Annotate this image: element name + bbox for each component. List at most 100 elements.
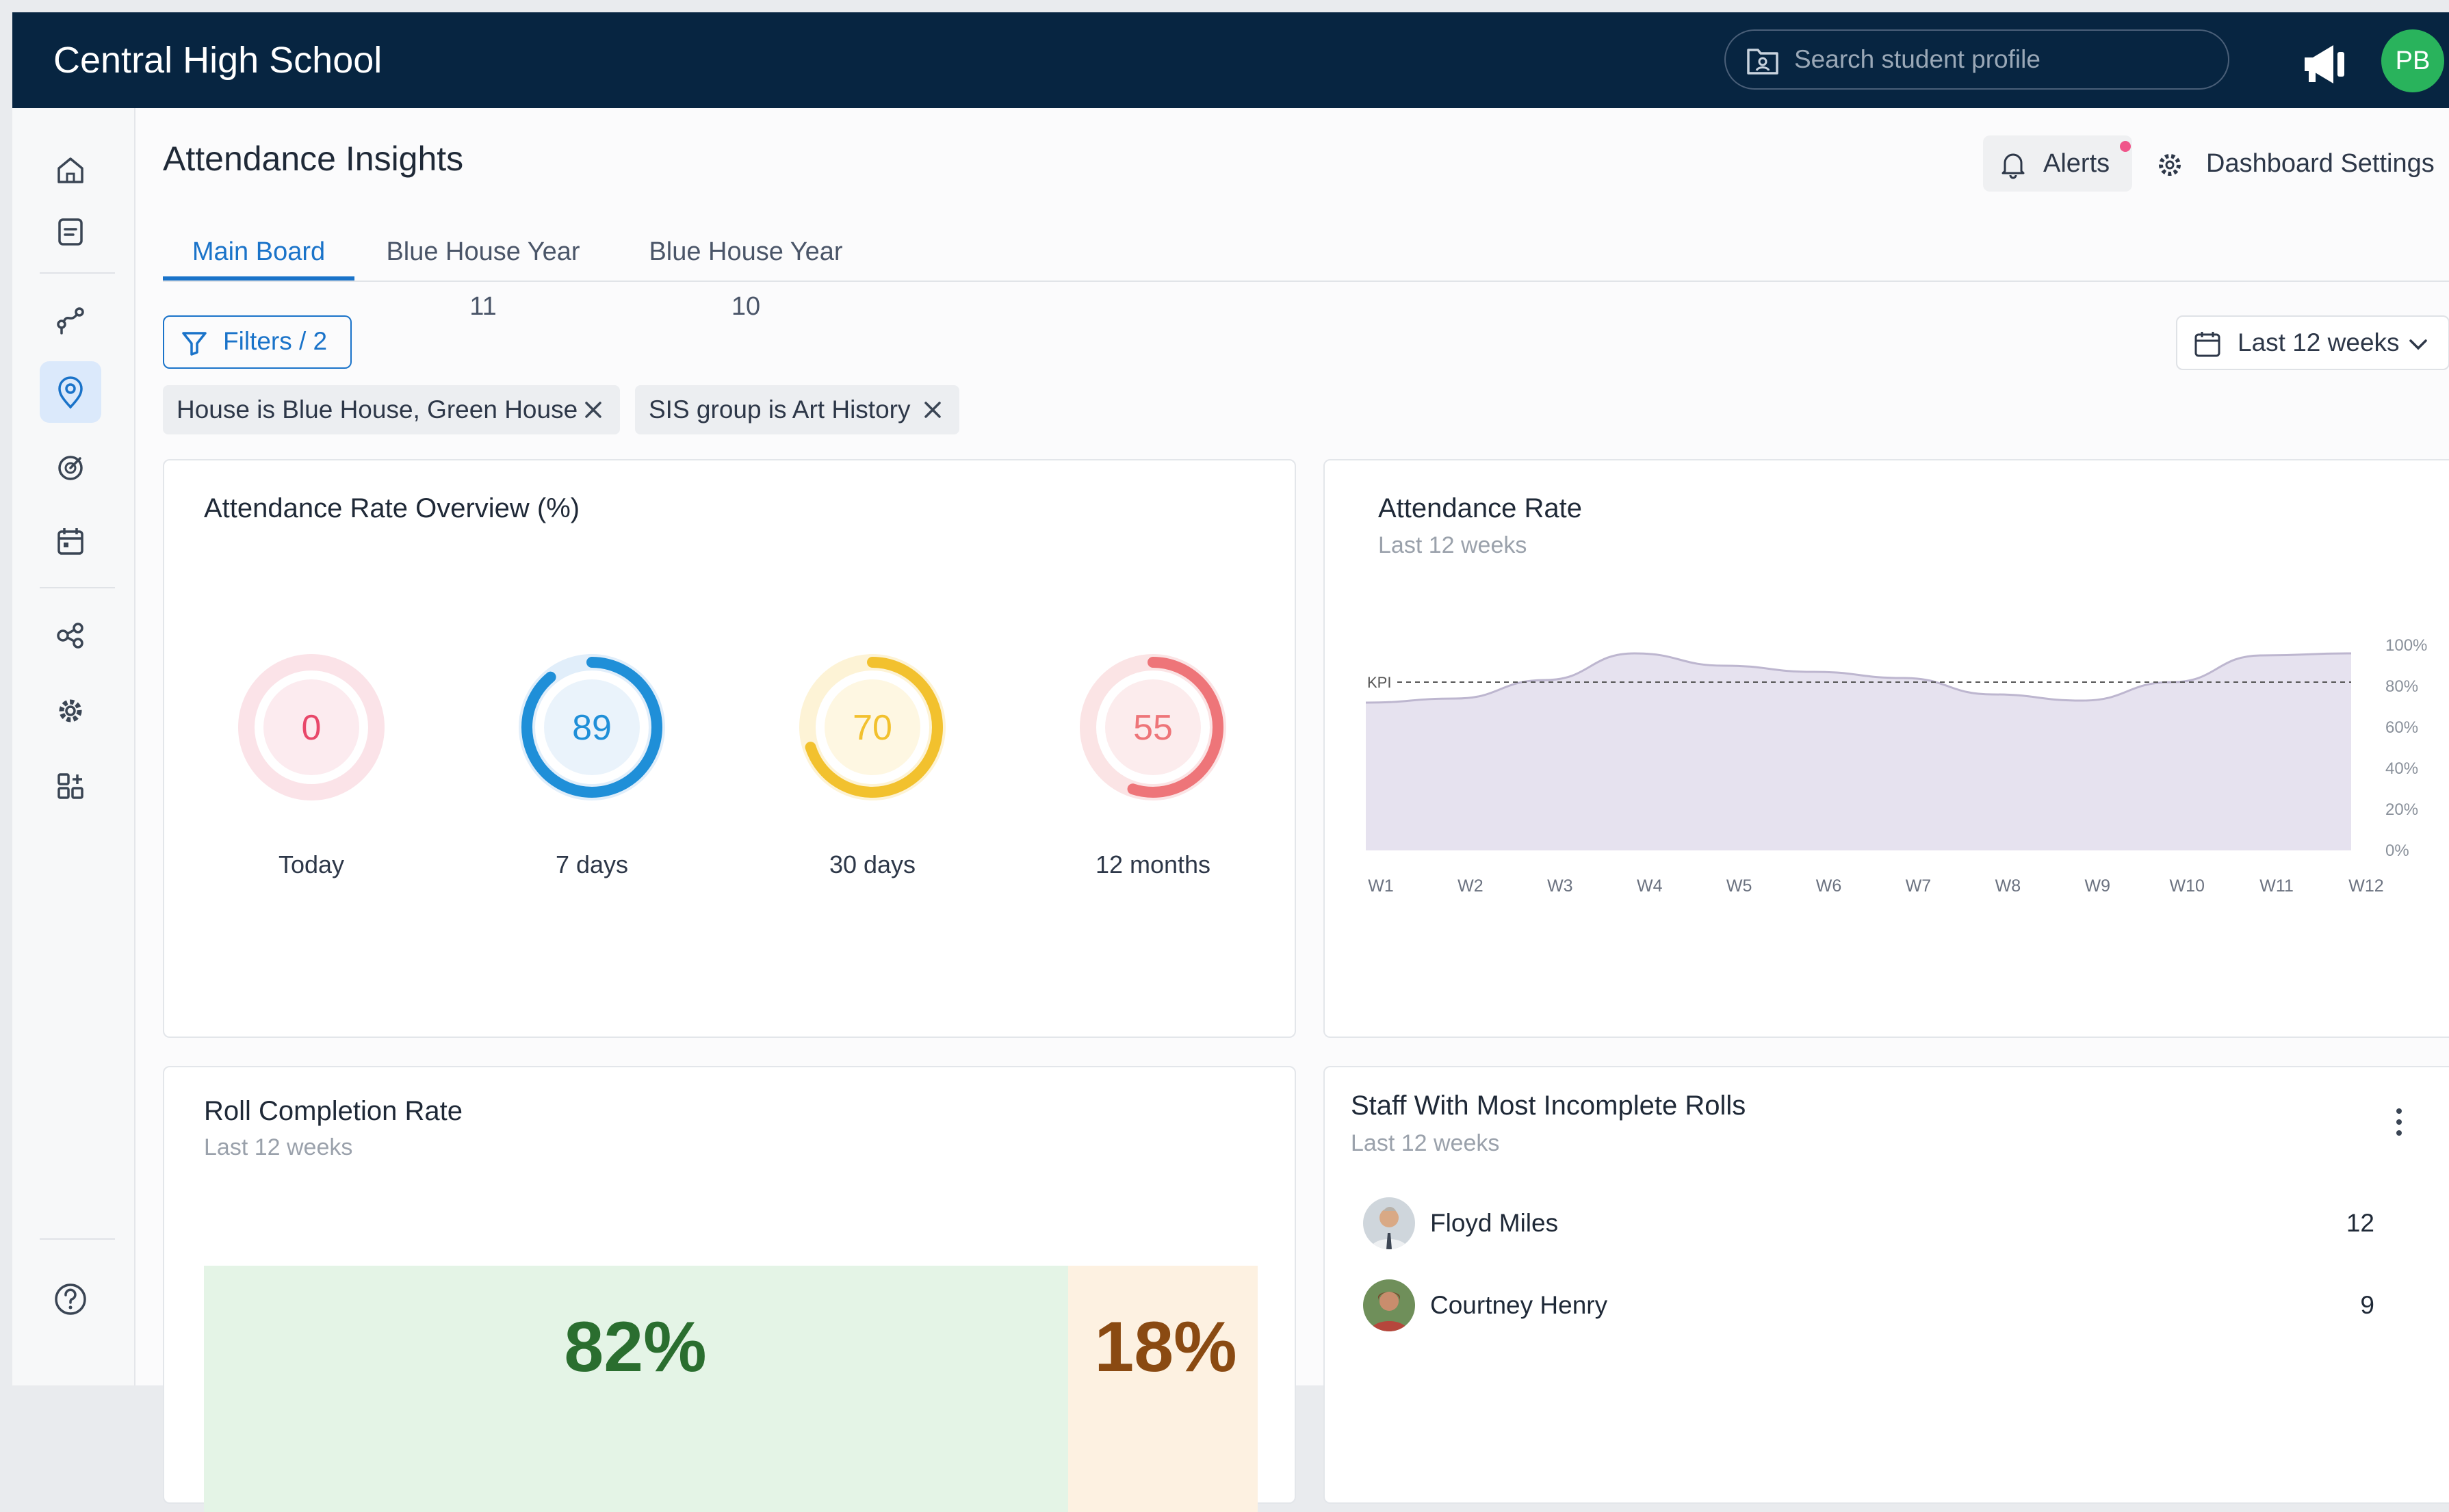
school-name: Central High School [53, 40, 383, 81]
gauge-label: 30 days [829, 850, 916, 878]
x-tick-label: W10 [2169, 876, 2204, 896]
gauge-label: 12 months [1095, 850, 1211, 878]
gauge-value: 0 [302, 708, 322, 748]
avatar[interactable]: PB [2381, 29, 2444, 92]
staff-count: 12 [2346, 1209, 2374, 1237]
gauge-1: 89 [519, 654, 665, 800]
tab-blue-house-year-11[interactable]: Blue House Year 11 [374, 224, 593, 321]
calendar-icon [2194, 332, 2220, 357]
top-bar: Central High School Search student profi… [12, 12, 2449, 108]
roll-incomplete-percent: 18% [1094, 1307, 1237, 1387]
alerts-button[interactable]: Alerts [1983, 135, 2132, 192]
gauge-value: 89 [572, 708, 612, 748]
x-tick-label: W12 [2348, 876, 2383, 896]
roll-complete-percent: 82% [564, 1307, 707, 1387]
bell-icon [2001, 153, 2025, 179]
filters-button[interactable]: Filters / 2 [163, 315, 352, 369]
x-tick-label: W8 [1995, 876, 2021, 896]
filter-chip-house: House is Blue House, Green House [163, 385, 620, 434]
avatar [1363, 1279, 1415, 1331]
gauge-2: 70 [799, 654, 946, 800]
filters-label: Filters / 2 [223, 327, 328, 355]
kpi-label: KPI [1367, 674, 1391, 691]
roll-completion-bar: 82% 18% [204, 1266, 1258, 1512]
kebab-menu-icon[interactable] [2392, 1102, 2406, 1143]
card-subtitle: Last 12 weeks [1351, 1130, 1500, 1156]
alerts-label: Alerts [2043, 149, 2110, 178]
close-icon[interactable] [921, 398, 944, 421]
y-tick-label: 40% [2385, 759, 2418, 778]
megaphone-icon[interactable] [2302, 42, 2351, 86]
filter-icon [182, 332, 207, 356]
document-icon[interactable] [49, 211, 92, 253]
gauge-3: 55 [1080, 654, 1226, 800]
x-tick-label: W11 [2259, 876, 2294, 896]
gear-icon[interactable] [49, 690, 92, 732]
roll-complete-segment: 82% [204, 1266, 1068, 1512]
filter-chip-label: SIS group is Art History [649, 395, 911, 423]
x-tick-label: W2 [1457, 876, 1483, 896]
y-tick-label: 80% [2385, 677, 2418, 696]
x-tick-label: W6 [1816, 876, 1842, 896]
chevron-down-icon [2409, 339, 2427, 350]
grid-add-icon[interactable] [49, 765, 92, 807]
tab-main-board[interactable]: Main Board [163, 224, 354, 281]
x-tick-label: W9 [2085, 876, 2111, 896]
y-tick-label: 20% [2385, 800, 2418, 819]
share-nodes-icon[interactable] [49, 614, 92, 657]
tab-blue-house-year-10[interactable]: Blue House Year 10 [636, 224, 855, 321]
gauge-value: 70 [853, 708, 892, 748]
route-icon[interactable] [49, 298, 92, 341]
gauge-0: 0 [238, 654, 385, 800]
dashboard-settings-button[interactable]: Dashboard Settings [2154, 135, 2441, 192]
filter-chip-sis-group: SIS group is Art History [635, 385, 959, 434]
gauge-label: 7 days [555, 850, 629, 878]
calendar-icon[interactable] [49, 521, 92, 563]
staff-name: Courtney Henry [1430, 1291, 1608, 1319]
student-search-icon [1747, 49, 1778, 75]
staff-name: Floyd Miles [1430, 1209, 1559, 1237]
list-item[interactable]: Floyd Miles 12 [1363, 1197, 2431, 1259]
search-placeholder: Search student profile [1794, 45, 2040, 73]
location-pin-icon[interactable] [49, 372, 92, 414]
filter-chip-label: House is Blue House, Green House [177, 395, 578, 423]
y-tick-label: 100% [2385, 636, 2427, 655]
card-title: Attendance Rate [1378, 493, 1582, 523]
x-tick-label: W4 [1637, 876, 1663, 896]
card-title: Staff With Most Incomplete Rolls [1351, 1091, 1746, 1121]
staff-incomplete-rolls-card: Staff With Most Incomplete Rolls Last 12… [1323, 1066, 2449, 1504]
sidebar [12, 108, 135, 1385]
card-subtitle: Last 12 weeks [204, 1134, 353, 1160]
settings-gear-icon [2159, 154, 2181, 176]
attendance-rate-card: Attendance Rate Last 12 weeks KPI 0% 20% 40… [1323, 459, 2449, 1038]
staff-count: 9 [2360, 1291, 2374, 1319]
y-tick-label: 60% [2385, 718, 2418, 737]
x-tick-label: W7 [1906, 876, 1932, 896]
roll-incomplete-segment: 18% [1067, 1266, 1258, 1512]
dashboard-settings-label: Dashboard Settings [2206, 149, 2435, 178]
card-title: Roll Completion Rate [204, 1096, 463, 1126]
area-fill [1366, 653, 2351, 850]
date-range-select[interactable]: Last 12 weeks [2176, 315, 2449, 370]
alerts-notification-dot [2120, 141, 2131, 152]
home-icon[interactable] [49, 149, 92, 192]
card-title: Attendance Rate Overview (%) [204, 493, 580, 523]
close-icon[interactable] [582, 398, 605, 421]
search-input[interactable]: Search student profile [1724, 29, 2229, 90]
x-tick-label: W3 [1547, 876, 1573, 896]
y-tick-label: 0% [2385, 842, 2409, 860]
page-title: Attendance Insights [163, 140, 464, 178]
radar-icon[interactable] [49, 447, 92, 489]
x-tick-label: W5 [1726, 876, 1752, 896]
attendance-rate-chart: KPI 0% 20% 40% 60% 80% 100% W1 W2 W3 W4 W5 W6 W7 W8 W9 W… [1366, 636, 2427, 896]
list-item[interactable]: Courtney Henry 9 [1363, 1279, 2431, 1341]
x-tick-label: W1 [1368, 876, 1394, 896]
tab-bar: Main Board Blue House Year 11 Blue House… [163, 224, 2449, 321]
avatar [1363, 1197, 1415, 1249]
main-content: Attendance Insights Alerts Dashboard Set… [135, 108, 2449, 1512]
gauge-value: 55 [1133, 708, 1173, 748]
card-subtitle: Last 12 weeks [1378, 532, 1527, 558]
roll-completion-card: Roll Completion Rate Last 12 weeks 82% 1… [163, 1066, 1296, 1512]
attendance-overview-card: Attendance Rate Overview (%) 0 Today 89 7 d… [163, 459, 1296, 1038]
help-icon[interactable] [49, 1278, 92, 1320]
